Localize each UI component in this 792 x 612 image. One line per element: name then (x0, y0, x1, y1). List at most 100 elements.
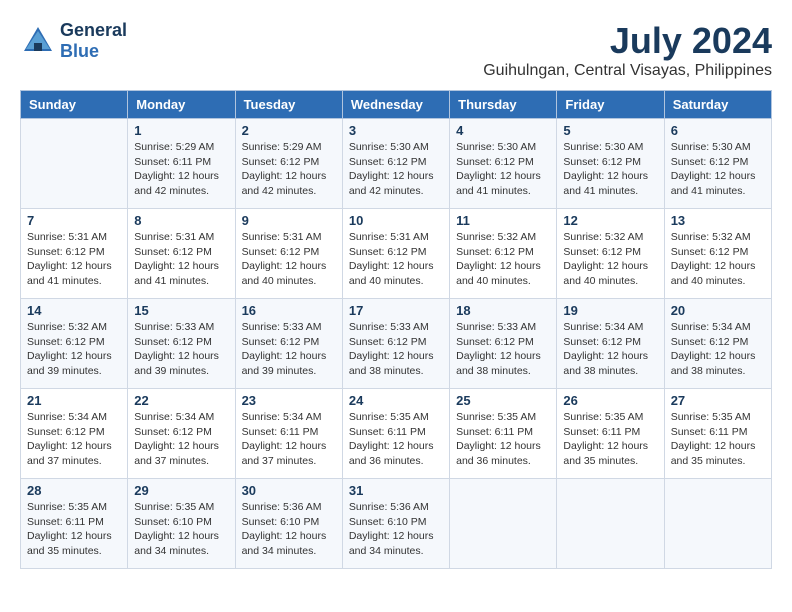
day-number: 31 (349, 483, 443, 498)
calendar-body: 1Sunrise: 5:29 AMSunset: 6:11 PMDaylight… (21, 119, 772, 569)
day-number: 9 (242, 213, 336, 228)
daylight-text: Daylight: 12 hours and 40 minutes. (349, 259, 443, 288)
sunset-text: Sunset: 6:12 PM (456, 245, 550, 260)
day-detail: Sunrise: 5:34 AMSunset: 6:11 PMDaylight:… (242, 410, 336, 469)
calendar-cell: 3Sunrise: 5:30 AMSunset: 6:12 PMDaylight… (342, 119, 449, 209)
day-detail: Sunrise: 5:35 AMSunset: 6:11 PMDaylight:… (563, 410, 657, 469)
sunset-text: Sunset: 6:12 PM (456, 335, 550, 350)
day-detail: Sunrise: 5:33 AMSunset: 6:12 PMDaylight:… (134, 320, 228, 379)
sunrise-text: Sunrise: 5:35 AM (456, 410, 550, 425)
calendar-cell (21, 119, 128, 209)
day-number: 21 (27, 393, 121, 408)
logo-text: General Blue (60, 20, 127, 62)
daylight-text: Daylight: 12 hours and 35 minutes. (671, 439, 765, 468)
header-wednesday: Wednesday (342, 91, 449, 119)
sunrise-text: Sunrise: 5:34 AM (242, 410, 336, 425)
daylight-text: Daylight: 12 hours and 38 minutes. (349, 349, 443, 378)
calendar-cell: 13Sunrise: 5:32 AMSunset: 6:12 PMDayligh… (664, 209, 771, 299)
sunrise-text: Sunrise: 5:34 AM (671, 320, 765, 335)
day-detail: Sunrise: 5:36 AMSunset: 6:10 PMDaylight:… (349, 500, 443, 559)
calendar-cell: 27Sunrise: 5:35 AMSunset: 6:11 PMDayligh… (664, 389, 771, 479)
daylight-text: Daylight: 12 hours and 40 minutes. (242, 259, 336, 288)
calendar-cell: 18Sunrise: 5:33 AMSunset: 6:12 PMDayligh… (450, 299, 557, 389)
day-detail: Sunrise: 5:33 AMSunset: 6:12 PMDaylight:… (349, 320, 443, 379)
calendar-cell (450, 479, 557, 569)
daylight-text: Daylight: 12 hours and 34 minutes. (134, 529, 228, 558)
daylight-text: Daylight: 12 hours and 37 minutes. (27, 439, 121, 468)
sunset-text: Sunset: 6:12 PM (349, 335, 443, 350)
sunrise-text: Sunrise: 5:35 AM (563, 410, 657, 425)
daylight-text: Daylight: 12 hours and 36 minutes. (456, 439, 550, 468)
daylight-text: Daylight: 12 hours and 34 minutes. (349, 529, 443, 558)
calendar-table: Sunday Monday Tuesday Wednesday Thursday… (20, 90, 772, 569)
sunset-text: Sunset: 6:12 PM (671, 245, 765, 260)
daylight-text: Daylight: 12 hours and 42 minutes. (134, 169, 228, 198)
sunrise-text: Sunrise: 5:32 AM (563, 230, 657, 245)
daylight-text: Daylight: 12 hours and 35 minutes. (563, 439, 657, 468)
calendar-cell: 21 Sunrise: 5:34 AMSunset: 6:12 PMDayligh… (21, 389, 128, 479)
sunset-text: Sunset: 6:12 PM (456, 155, 550, 170)
sunset-text: Sunset: 6:12 PM (134, 425, 228, 440)
day-detail: Sunrise: 5:35 AMSunset: 6:10 PMDaylight:… (134, 500, 228, 559)
sunrise-text: Sunrise: 5:33 AM (349, 320, 443, 335)
daylight-text: Daylight: 12 hours and 37 minutes. (134, 439, 228, 468)
daylight-text: Daylight: 12 hours and 41 minutes. (671, 169, 765, 198)
sunrise-text: Sunrise: 5:30 AM (671, 140, 765, 155)
sunset-text: Sunset: 6:12 PM (27, 335, 121, 350)
day-detail: Sunrise: 5:30 AMSunset: 6:12 PMDaylight:… (563, 140, 657, 199)
calendar-cell: 22 Sunrise: 5:34 AMSunset: 6:12 PMDayligh… (128, 389, 235, 479)
sunrise-text: Sunrise: 5:35 AM (134, 500, 228, 515)
sunrise-text: Sunrise: 5:30 AM (349, 140, 443, 155)
location-subtitle: Guihulngan, Central Visayas, Philippines (483, 62, 772, 80)
sunset-text: Sunset: 6:12 PM (349, 245, 443, 260)
calendar-cell: 31 Sunrise: 5:36 AMSunset: 6:10 PMDayligh… (342, 479, 449, 569)
sunset-text: Sunset: 6:12 PM (349, 155, 443, 170)
calendar-cell (664, 479, 771, 569)
day-detail: Sunrise: 5:31 AMSunset: 6:12 PMDaylight:… (27, 230, 121, 289)
calendar-cell: 23Sunrise: 5:34 AMSunset: 6:11 PMDayligh… (235, 389, 342, 479)
sunrise-text: Sunrise: 5:35 AM (27, 500, 121, 515)
calendar-cell: 8Sunrise: 5:31 AMSunset: 6:12 PMDaylight… (128, 209, 235, 299)
sunset-text: Sunset: 6:12 PM (242, 335, 336, 350)
calendar-header-row: Sunday Monday Tuesday Wednesday Thursday… (21, 91, 772, 119)
sunset-text: Sunset: 6:12 PM (671, 155, 765, 170)
sunrise-text: Sunrise: 5:32 AM (671, 230, 765, 245)
day-detail: Sunrise: 5:34 AMSunset: 6:12 PMDaylight:… (134, 410, 228, 469)
day-detail: Sunrise: 5:29 AMSunset: 6:11 PMDaylight:… (134, 140, 228, 199)
sunrise-text: Sunrise: 5:36 AM (349, 500, 443, 515)
day-detail: Sunrise: 5:34 AMSunset: 6:12 PMDaylight:… (563, 320, 657, 379)
daylight-text: Daylight: 12 hours and 38 minutes. (671, 349, 765, 378)
calendar-cell: 25Sunrise: 5:35 AMSunset: 6:11 PMDayligh… (450, 389, 557, 479)
day-detail: Sunrise: 5:32 AMSunset: 6:12 PMDaylight:… (456, 230, 550, 289)
day-number: 6 (671, 123, 765, 138)
sunrise-text: Sunrise: 5:31 AM (349, 230, 443, 245)
sunrise-text: Sunrise: 5:35 AM (671, 410, 765, 425)
sunrise-text: Sunrise: 5:36 AM (242, 500, 336, 515)
sunset-text: Sunset: 6:10 PM (349, 515, 443, 530)
day-detail: Sunrise: 5:34 AMSunset: 6:12 PMDaylight:… (27, 410, 121, 469)
daylight-text: Daylight: 12 hours and 41 minutes. (27, 259, 121, 288)
sunrise-text: Sunrise: 5:32 AM (27, 320, 121, 335)
day-number: 14 (27, 303, 121, 318)
sunrise-text: Sunrise: 5:33 AM (134, 320, 228, 335)
calendar-week-row: 14Sunrise: 5:32 AMSunset: 6:12 PMDayligh… (21, 299, 772, 389)
day-detail: Sunrise: 5:35 AMSunset: 6:11 PMDaylight:… (671, 410, 765, 469)
day-number: 22 (134, 393, 228, 408)
sunrise-text: Sunrise: 5:33 AM (242, 320, 336, 335)
header-tuesday: Tuesday (235, 91, 342, 119)
calendar-week-row: 7Sunrise: 5:31 AMSunset: 6:12 PMDaylight… (21, 209, 772, 299)
sunset-text: Sunset: 6:12 PM (671, 335, 765, 350)
calendar-cell: 26Sunrise: 5:35 AMSunset: 6:11 PMDayligh… (557, 389, 664, 479)
daylight-text: Daylight: 12 hours and 42 minutes. (242, 169, 336, 198)
sunset-text: Sunset: 6:12 PM (134, 335, 228, 350)
day-number: 16 (242, 303, 336, 318)
day-number: 17 (349, 303, 443, 318)
calendar-cell: 15 Sunrise: 5:33 AMSunset: 6:12 PMDayligh… (128, 299, 235, 389)
sunset-text: Sunset: 6:12 PM (563, 155, 657, 170)
daylight-text: Daylight: 12 hours and 37 minutes. (242, 439, 336, 468)
header-friday: Friday (557, 91, 664, 119)
day-number: 15 (134, 303, 228, 318)
sunset-text: Sunset: 6:11 PM (27, 515, 121, 530)
sunrise-text: Sunrise: 5:29 AM (134, 140, 228, 155)
day-detail: Sunrise: 5:30 AMSunset: 6:12 PMDaylight:… (349, 140, 443, 199)
